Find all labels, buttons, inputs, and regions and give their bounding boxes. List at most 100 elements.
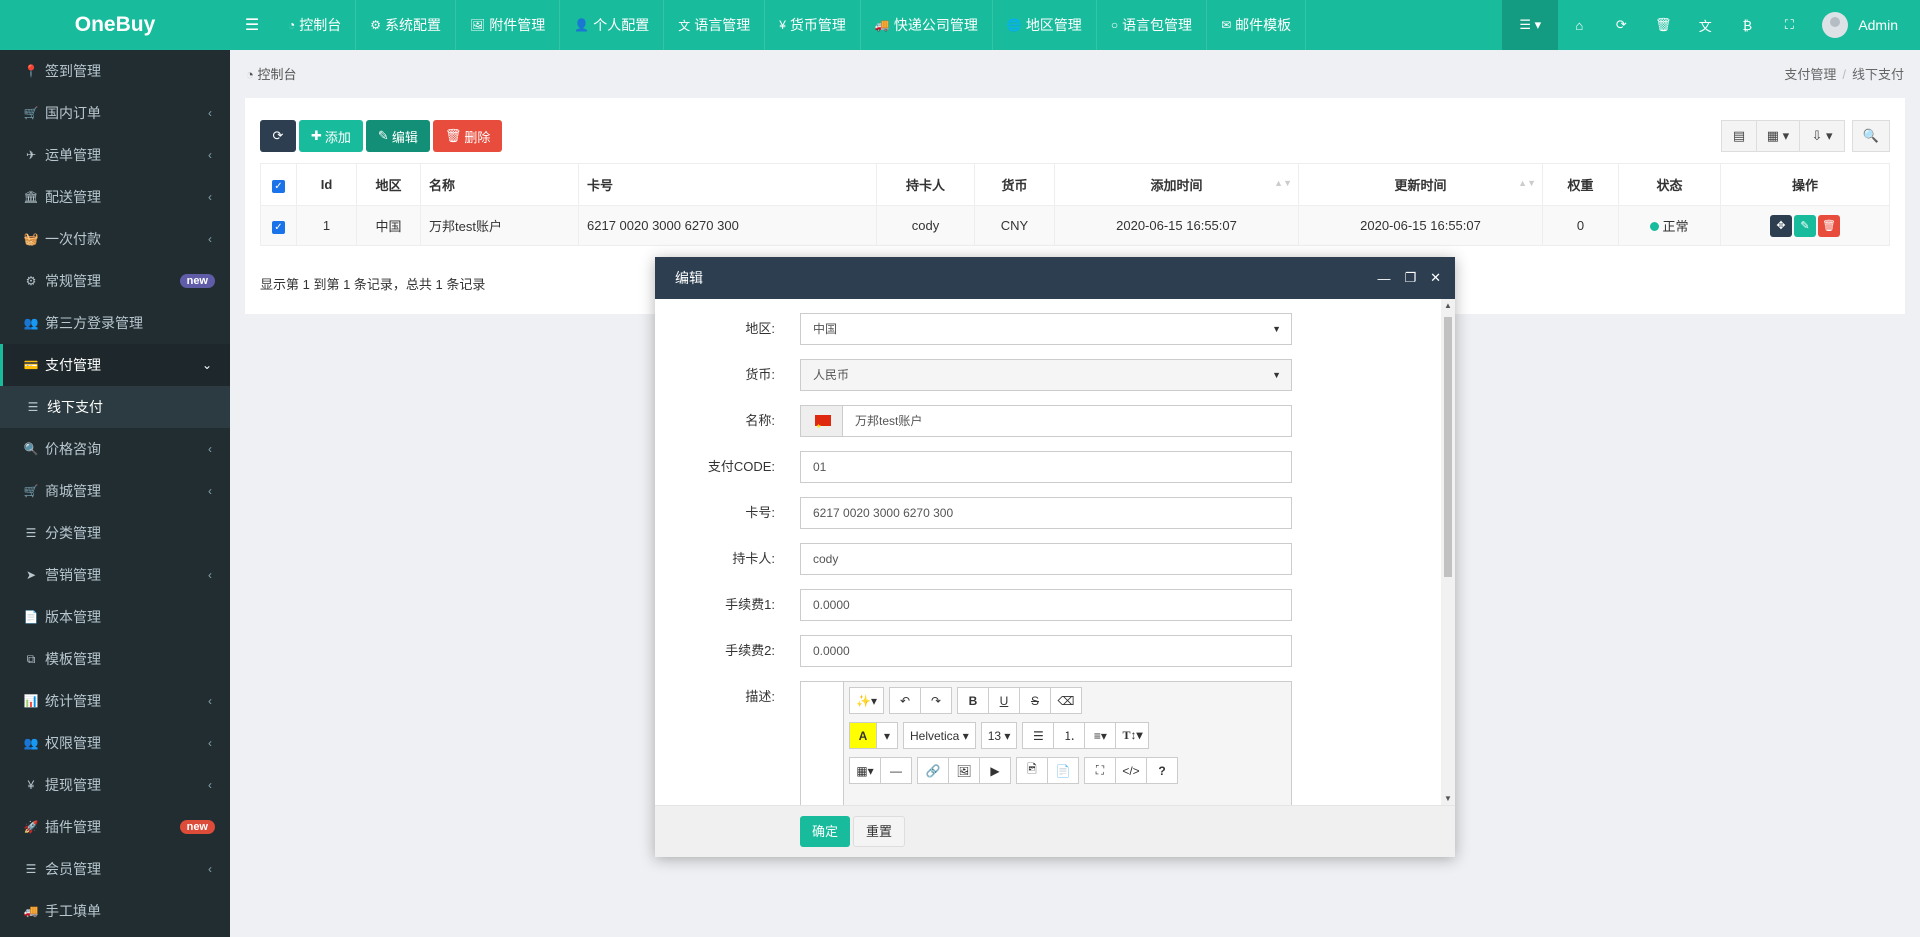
scroll-up-icon[interactable]: ▲ xyxy=(1444,301,1452,310)
sidebar-item-17[interactable]: ¥ 提现管理 ‹ xyxy=(0,764,230,806)
topnav-item-4[interactable]: 文语言管理 xyxy=(664,0,766,50)
sidebar-item-20[interactable]: 🚚 手工填单 xyxy=(0,890,230,932)
video-icon[interactable]: ▶ xyxy=(979,757,1011,784)
topnav-item-7[interactable]: 🌐 地区管理 xyxy=(993,0,1097,50)
home-icon[interactable]: ⌂ xyxy=(1558,0,1600,50)
topnav-item-3[interactable]: 👤 个人配置 xyxy=(560,0,665,50)
fee2-input[interactable]: 0.0000 xyxy=(800,635,1292,667)
sidebar-item-7[interactable]: 💳 支付管理 ⌄ xyxy=(0,344,230,386)
table-row[interactable]: ✓ 1 中国 万邦test账户 6217 0020 3000 6270 300 … xyxy=(260,205,1890,246)
magic-icon[interactable]: ✨▾ xyxy=(849,687,884,714)
picture-icon[interactable]: 🖼 xyxy=(948,757,980,784)
breadcrumb-item[interactable]: 支付管理 xyxy=(1784,67,1836,82)
sidebar-item-1[interactable]: 🛒 国内订单 ‹ xyxy=(0,92,230,134)
topnav-item-9[interactable]: ✉ 邮件模板 xyxy=(1207,0,1307,50)
sidebar-item-2[interactable]: ✈ 运单管理 ‹ xyxy=(0,134,230,176)
ordered-list-icon[interactable]: ⒈ xyxy=(1053,722,1086,749)
name-input[interactable]: 万邦test账户 xyxy=(800,405,1292,442)
caret-down-icon[interactable]: ▾ xyxy=(876,722,898,749)
sidebar-item-5[interactable]: ⚙ 常规管理 new xyxy=(0,260,230,302)
sidebar-item-0[interactable]: 📍 签到管理 xyxy=(0,50,230,92)
col-card[interactable]: 卡号 xyxy=(578,163,877,206)
fullscreen-icon[interactable]: ⛶ xyxy=(1768,0,1810,50)
sidebar-item-10[interactable]: 🛒 商城管理 ‹ xyxy=(0,470,230,512)
sidebar-item-15[interactable]: 📊 统计管理 ‹ xyxy=(0,680,230,722)
modal-scrollbar[interactable]: ▲ ▼ xyxy=(1441,299,1455,805)
drag-sort-button[interactable]: ✥ xyxy=(1770,214,1792,237)
topnav-item-2[interactable]: 🖼 附件管理 xyxy=(456,0,561,50)
topnav-item-8[interactable]: ○ 语言包管理 xyxy=(1097,0,1208,50)
multiplenav-icon[interactable]: ☰ ▾ xyxy=(1502,0,1559,50)
region-select[interactable]: 中国 ▼ xyxy=(800,313,1292,345)
sidebar-item-4[interactable]: 🧺 一次付款 ‹ xyxy=(0,218,230,260)
sidebar-item-3[interactable]: 🏛 配送管理 ‹ xyxy=(0,176,230,218)
row-edit-button[interactable]: ✎ xyxy=(1794,214,1816,237)
delete-button[interactable]: 🗑 删除 xyxy=(432,120,503,152)
bold-icon[interactable]: B xyxy=(956,687,989,714)
table-icon[interactable]: ▦▾ xyxy=(849,757,881,784)
fee1-input[interactable]: 0.0000 xyxy=(800,589,1292,621)
sidebar-item-11[interactable]: ☰ 分类管理 xyxy=(0,512,230,554)
unordered-list-icon[interactable]: ☰ xyxy=(1022,722,1055,749)
sidebar-item-13[interactable]: 📄 版本管理 xyxy=(0,596,230,638)
row-checkbox[interactable]: ✓ xyxy=(260,205,297,246)
col-currency[interactable]: 货币 xyxy=(974,163,1055,206)
card-input[interactable]: 6217 0020 3000 6270 300 xyxy=(800,497,1292,529)
fullscreen-icon[interactable]: ⛶ xyxy=(1084,757,1116,784)
horizontal-rule-icon[interactable]: — xyxy=(880,757,912,784)
edit-button[interactable]: ✎ 编辑 xyxy=(365,120,430,152)
col-id[interactable]: Id xyxy=(296,163,357,206)
code-input[interactable]: 01 xyxy=(800,451,1292,483)
minimize-icon[interactable]: — xyxy=(1377,271,1390,286)
scroll-thumb[interactable] xyxy=(1444,317,1452,577)
trash-icon[interactable]: 🗑 xyxy=(1642,0,1684,50)
confirm-button[interactable]: 确定 xyxy=(800,816,851,847)
sidebar-item-6[interactable]: 👥 第三方登录管理 xyxy=(0,302,230,344)
sidebar-item-12[interactable]: ➤ 营销管理 ‹ xyxy=(0,554,230,596)
text-height-icon[interactable]: T↕▾ xyxy=(1115,722,1150,749)
link-icon[interactable]: 🔗 xyxy=(917,757,949,784)
app-logo[interactable]: OneBuy xyxy=(0,0,230,50)
language-icon[interactable]: 文 xyxy=(1684,0,1726,50)
refresh-button[interactable]: ⟳ xyxy=(260,120,296,152)
select-all-checkbox[interactable]: ✓ xyxy=(260,163,297,206)
sidebar-item-18[interactable]: 🚀 插件管理 new xyxy=(0,806,230,848)
flag-addon[interactable] xyxy=(801,406,843,442)
reset-button[interactable]: 重置 xyxy=(853,816,906,847)
font-family-select[interactable]: Helvetica ▾ xyxy=(903,722,976,749)
file-upload-icon[interactable]: 📄 xyxy=(1047,757,1079,784)
redo-icon[interactable]: ↷ xyxy=(919,687,952,714)
sidebar-item-16[interactable]: 👥 权限管理 ‹ xyxy=(0,722,230,764)
strikethrough-icon[interactable]: S xyxy=(1018,687,1051,714)
font-color-icon[interactable]: A xyxy=(849,722,877,749)
toggle-view-button[interactable]: ▤ xyxy=(1721,120,1757,152)
topnav-item-6[interactable]: 🚚 快递公司管理 xyxy=(861,0,993,50)
underline-icon[interactable]: U xyxy=(987,687,1020,714)
eraser-icon[interactable]: ⌫ xyxy=(1049,687,1082,714)
search-button[interactable]: 🔍 xyxy=(1852,120,1890,152)
holder-input[interactable]: cody xyxy=(800,543,1292,575)
col-created[interactable]: 添加时间 ▲▼ xyxy=(1054,163,1299,206)
topnav-item-0[interactable]: ◔ 控制台 xyxy=(274,0,357,50)
export-button[interactable]: ⇩ ▾ xyxy=(1799,120,1845,152)
col-holder[interactable]: 持卡人 xyxy=(876,163,975,206)
sidebar-item-9[interactable]: 🔍 价格咨询 ‹ xyxy=(0,428,230,470)
columns-button[interactable]: ▦ ▾ xyxy=(1756,120,1800,152)
currency-select[interactable]: 人民币 ▼ xyxy=(800,359,1292,391)
sidebar-item-19[interactable]: ☰ 会员管理 ‹ xyxy=(0,848,230,890)
col-name[interactable]: 名称 xyxy=(420,163,579,206)
font-size-select[interactable]: 13 ▾ xyxy=(980,722,1018,749)
user-menu[interactable]: Admin xyxy=(1810,12,1920,38)
col-region[interactable]: 地区 xyxy=(356,163,421,206)
sidebar-toggle-icon[interactable]: ☰ xyxy=(230,0,274,50)
bitcoin-icon[interactable]: ₿ xyxy=(1726,0,1768,50)
align-icon[interactable]: ≡▾ xyxy=(1084,722,1117,749)
sidebar-item-8[interactable]: ☰ 线下支付 xyxy=(0,386,230,428)
undo-icon[interactable]: ↶ xyxy=(888,687,921,714)
close-icon[interactable]: ✕ xyxy=(1430,270,1441,286)
sidebar-item-14[interactable]: ⧉ 模板管理 xyxy=(0,638,230,680)
refresh-icon[interactable]: ⟳ xyxy=(1600,0,1642,50)
topnav-item-5[interactable]: ¥ 货币管理 xyxy=(765,0,861,50)
row-delete-button[interactable]: 🗑 xyxy=(1818,214,1840,237)
col-weight[interactable]: 权重 xyxy=(1542,163,1619,206)
